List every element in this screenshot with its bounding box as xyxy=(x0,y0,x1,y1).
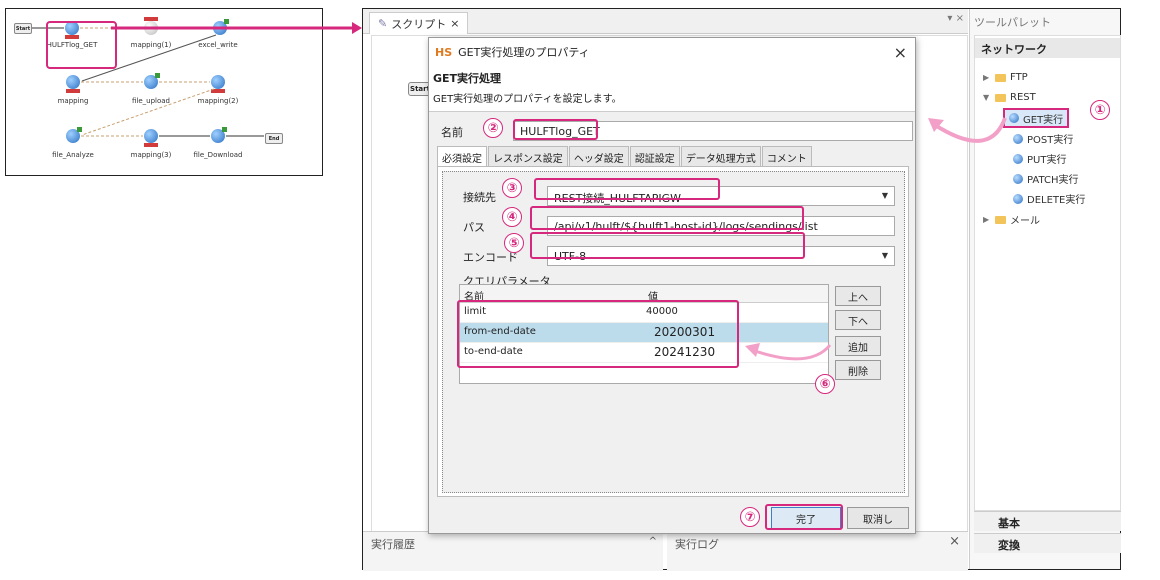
dialog-title: GET実行処理のプロパティ xyxy=(458,46,590,59)
close-icon[interactable]: × xyxy=(949,534,960,549)
step-number-1: ① xyxy=(1090,100,1110,120)
dialog-heading: GET実行処理 xyxy=(433,72,502,85)
chevron-down-icon: ▼ xyxy=(881,251,888,260)
chevron-right-icon: ▶ xyxy=(983,73,990,82)
chevron-down-icon: ▼ xyxy=(983,93,990,102)
palette-tab-basic[interactable]: 基本 xyxy=(974,511,1121,531)
tree-item-patch[interactable]: PATCH実行 xyxy=(1013,171,1078,186)
step-number-4: ④ xyxy=(502,207,522,227)
add-button[interactable]: 追加 xyxy=(835,336,881,356)
property-tabs: 必須設定 レスポンス設定 ヘッダ設定 認証設定 データ処理方式 コメント xyxy=(437,146,813,166)
tree-item-label: メール xyxy=(1010,216,1040,227)
tab-comment[interactable]: コメント xyxy=(761,146,812,166)
tree-item-mail[interactable]: ▶ メール xyxy=(983,212,1040,227)
tree-item-post[interactable]: POST実行 xyxy=(1013,131,1073,146)
cancel-button[interactable]: 取消し xyxy=(847,507,909,529)
execution-history-label[interactable]: 実行履歴 xyxy=(371,536,415,552)
tab-script-label: スクリプト xyxy=(391,17,447,31)
dialog-description: GET実行処理のプロパティを設定します。 xyxy=(433,94,622,105)
step-number-7: ⑦ xyxy=(740,507,760,527)
move-down-button[interactable]: 下へ xyxy=(835,310,881,330)
globe-icon xyxy=(1013,173,1023,184)
tree-item-label: PATCH実行 xyxy=(1027,175,1079,186)
tree-item-label: DELETE実行 xyxy=(1027,195,1086,206)
step-number-3: ③ xyxy=(502,178,522,198)
tree-item-delete[interactable]: DELETE実行 xyxy=(1013,191,1085,206)
window-controls[interactable]: ▾ × xyxy=(947,13,964,24)
close-icon[interactable]: × xyxy=(894,43,907,62)
connection-highlight xyxy=(534,178,720,200)
script-flow-thumbnail: Start HULFTlog_GET mapping(1) excel_writ… xyxy=(5,8,323,176)
folder-icon xyxy=(995,73,1006,82)
chevron-down-icon: ▼ xyxy=(881,191,888,200)
globe-icon xyxy=(1013,133,1023,144)
execution-history-panel: 実行履歴 ^ xyxy=(363,531,663,571)
connection-label: 接続先 xyxy=(463,191,496,204)
script-icon: ✎ xyxy=(378,17,388,30)
chevron-right-icon: ▶ xyxy=(983,215,990,224)
execution-log-panel: 実行ログ × xyxy=(667,531,968,571)
move-up-button[interactable]: 上へ xyxy=(835,286,881,306)
tree-item-get[interactable]: GET実行 xyxy=(1003,108,1070,128)
step-number-5: ⑤ xyxy=(504,233,524,253)
globe-icon xyxy=(1009,113,1019,123)
tab-required[interactable]: 必須設定 xyxy=(437,146,487,166)
step-number-2: ② xyxy=(483,118,503,138)
path-label: パス xyxy=(463,221,485,234)
tab-data-processing[interactable]: データ処理方式 xyxy=(680,146,761,166)
close-icon[interactable]: × xyxy=(450,17,459,30)
ok-highlight xyxy=(765,504,843,530)
tree-item-ftp[interactable]: ▶ FTP xyxy=(983,72,1028,83)
name-highlight xyxy=(513,119,598,140)
folder-icon xyxy=(995,215,1006,224)
tree-item-label: POST実行 xyxy=(1027,135,1074,146)
hulft-node-highlight xyxy=(46,21,117,69)
encode-highlight xyxy=(530,232,805,259)
tree-item-label: REST xyxy=(1010,92,1036,103)
step-number-6: ⑥ xyxy=(815,374,835,394)
delete-button[interactable]: 削除 xyxy=(835,360,881,380)
hs-logo: HS xyxy=(435,45,453,59)
tree-item-label: PUT実行 xyxy=(1027,155,1067,166)
tree-item-label: GET実行 xyxy=(1023,114,1064,126)
collapse-icon[interactable]: ^ xyxy=(649,536,657,547)
execution-log-label[interactable]: 実行ログ xyxy=(675,536,719,552)
tab-header[interactable]: ヘッダ設定 xyxy=(568,146,629,166)
tab-response[interactable]: レスポンス設定 xyxy=(488,146,568,166)
tree-item-label: FTP xyxy=(1010,72,1028,83)
tab-auth[interactable]: 認証設定 xyxy=(629,146,680,166)
tree-item-put[interactable]: PUT実行 xyxy=(1013,151,1066,166)
path-highlight xyxy=(530,206,804,230)
globe-icon xyxy=(1013,193,1023,204)
tool-palette: ツールパレット ネットワーク ▶ FTP ▼ REST GET実行 POST実行 xyxy=(969,9,1121,569)
palette-title: ツールパレット xyxy=(974,16,1051,29)
dialog-header: GET実行処理 GET実行処理のプロパティを設定します。 xyxy=(429,66,915,112)
get-properties-dialog: HS GET実行処理のプロパティ × GET実行処理 GET実行処理のプロパティ… xyxy=(428,37,916,534)
editor-tabbar: ✎ スクリプト × ▾ × xyxy=(363,9,968,34)
folder-icon xyxy=(995,93,1006,102)
tab-script[interactable]: ✎ スクリプト × xyxy=(369,12,469,34)
name-label: 名前 xyxy=(441,126,463,139)
query-highlight xyxy=(457,300,739,368)
palette-section-network[interactable]: ネットワーク xyxy=(975,38,1120,58)
tree-item-rest[interactable]: ▼ REST xyxy=(983,92,1036,103)
globe-icon xyxy=(1013,153,1023,164)
dialog-titlebar: HS GET実行処理のプロパティ × xyxy=(429,38,915,66)
palette-tab-convert[interactable]: 変換 xyxy=(974,533,1121,553)
